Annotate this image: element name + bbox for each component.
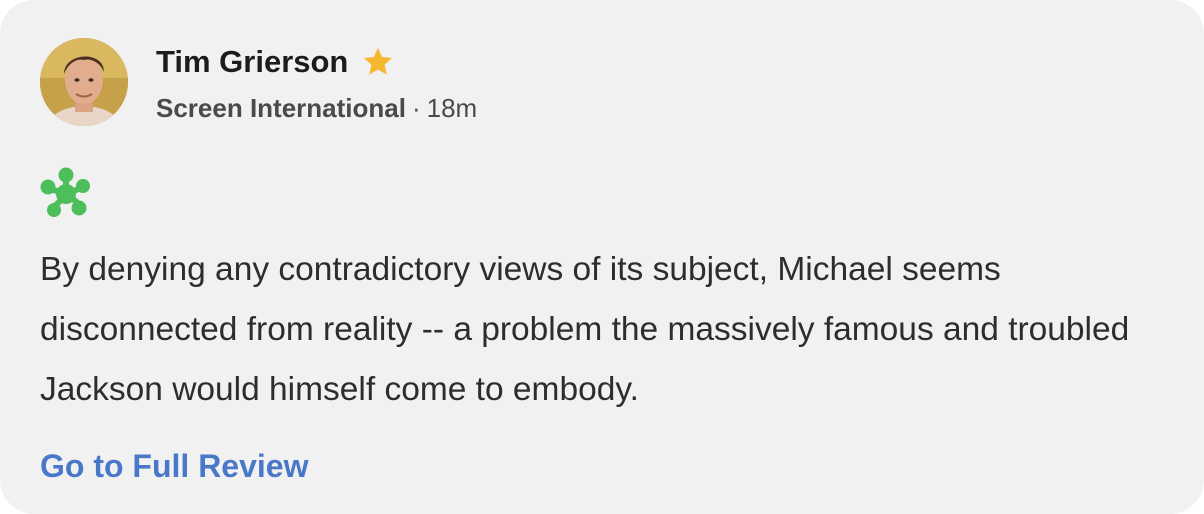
star-icon — [362, 46, 394, 78]
review-meta: Screen International · 18m — [156, 88, 477, 128]
meta-separator: · — [411, 92, 421, 123]
review-card: Tim Grierson Screen International · 18m — [0, 0, 1204, 514]
critic-name-row: Tim Grierson — [156, 40, 394, 84]
avatar-image — [40, 38, 128, 126]
rotten-splat-icon — [38, 166, 94, 222]
critic-avatar[interactable] — [40, 38, 128, 126]
critic-name[interactable]: Tim Grierson — [156, 40, 348, 84]
review-quote: By denying any contradictory views of it… — [40, 251, 1130, 408]
publication-name[interactable]: Screen International — [156, 93, 406, 124]
review-timestamp: 18m — [426, 92, 478, 123]
full-review-link[interactable]: Go to Full Review — [40, 442, 308, 490]
